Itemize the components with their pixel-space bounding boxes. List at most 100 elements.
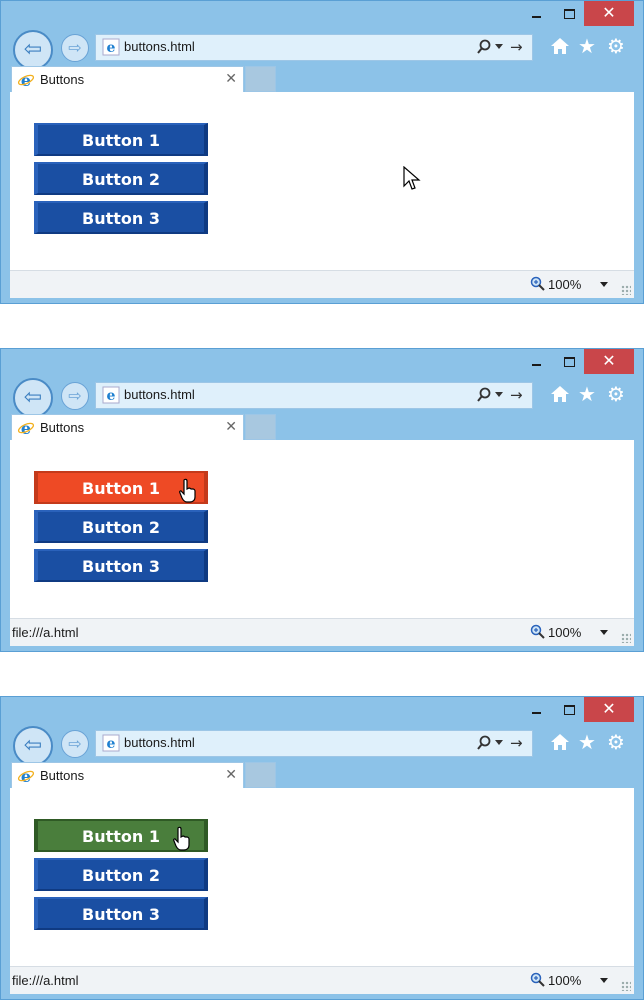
button-3[interactable]: Button 3 (34, 549, 208, 582)
zoom-level[interactable]: 100% (548, 973, 581, 988)
status-bar: file:///a.html 100% (10, 618, 634, 646)
star-icon[interactable]: ★ (576, 35, 598, 57)
maximize-button[interactable] (555, 1, 583, 27)
forward-button[interactable]: ⇨ (61, 34, 89, 62)
svg-text:e: e (21, 71, 31, 89)
ie-logo-icon: e (102, 386, 120, 404)
address-text: buttons.html (124, 387, 195, 402)
refresh-go-icon[interactable]: → (510, 37, 523, 57)
zoom-icon[interactable] (530, 972, 546, 988)
close-window-button[interactable]: ✕ (584, 1, 634, 26)
forward-arrow-icon: ⇨ (68, 386, 82, 405)
button-1[interactable]: Button 1 (34, 123, 208, 156)
status-bar: file:///a.html 100% (10, 966, 634, 994)
minimize-button[interactable] (523, 349, 551, 375)
forward-button[interactable]: ⇨ (61, 382, 89, 410)
back-arrow-icon: ⇦ (23, 37, 43, 62)
svg-text:e: e (21, 767, 31, 785)
home-icon[interactable] (549, 35, 571, 57)
search-icon[interactable] (476, 39, 492, 55)
address-bar[interactable]: e buttons.html → (95, 730, 533, 757)
chevron-down-icon[interactable] (600, 630, 608, 635)
tab-title: Buttons (40, 72, 85, 87)
button-2[interactable]: Button 2 (34, 162, 208, 195)
hand-cursor-icon (173, 826, 190, 851)
close-window-button[interactable]: ✕ (584, 697, 634, 722)
status-text: file:///a.html (12, 625, 79, 640)
gear-icon[interactable]: ⚙ (605, 383, 627, 405)
close-tab-icon[interactable]: ✕ (225, 70, 237, 88)
zoom-level[interactable]: 100% (548, 625, 581, 640)
button-2[interactable]: Button 2 (34, 858, 208, 891)
browser-window-2: ✕ ⇦ ⇨ e buttons.html → ★ ⚙ e Buttons ✕ B… (0, 348, 644, 652)
tab-buttons[interactable]: e Buttons ✕ (11, 66, 244, 93)
status-text: file:///a.html (12, 973, 79, 988)
chevron-down-icon[interactable] (495, 740, 503, 745)
minimize-button[interactable] (523, 1, 551, 27)
ie-logo-icon: e (17, 767, 35, 785)
page-content: Button 1 Button 2 Button 3 (10, 92, 634, 270)
tab-title: Buttons (40, 420, 85, 435)
minimize-button[interactable] (523, 697, 551, 723)
tab-title: Buttons (40, 768, 85, 783)
refresh-go-icon[interactable]: → (510, 385, 523, 405)
address-text: buttons.html (124, 735, 195, 750)
chevron-down-icon[interactable] (600, 978, 608, 983)
ie-logo-icon: e (17, 419, 35, 437)
close-tab-icon[interactable]: ✕ (225, 766, 237, 784)
gear-icon[interactable]: ⚙ (605, 35, 627, 57)
tab-buttons[interactable]: e Buttons ✕ (11, 762, 244, 789)
ie-logo-icon: e (102, 734, 120, 752)
search-icon[interactable] (476, 387, 492, 403)
arrow-cursor-icon (403, 166, 421, 190)
browser-window-1: ✕ ⇦ ⇨ e buttons.html → ★ ⚙ e Buttons ✕ B… (0, 0, 644, 304)
chevron-down-icon[interactable] (495, 44, 503, 49)
browser-window-3: ✕ ⇦ ⇨ e buttons.html → ★ ⚙ e Buttons ✕ B… (0, 696, 644, 1000)
resize-grip[interactable] (621, 981, 631, 991)
ie-logo-icon: e (17, 71, 35, 89)
zoom-icon[interactable] (530, 624, 546, 640)
maximize-button[interactable] (555, 697, 583, 723)
forward-arrow-icon: ⇨ (68, 734, 82, 753)
refresh-go-icon[interactable]: → (510, 733, 523, 753)
gear-icon[interactable]: ⚙ (605, 731, 627, 753)
address-bar[interactable]: e buttons.html → (95, 34, 533, 61)
address-bar[interactable]: e buttons.html → (95, 382, 533, 409)
maximize-button[interactable] (555, 349, 583, 375)
tab-buttons[interactable]: e Buttons ✕ (11, 414, 244, 441)
close-tab-icon[interactable]: ✕ (225, 418, 237, 436)
svg-text:e: e (107, 388, 116, 404)
zoom-icon[interactable] (530, 276, 546, 292)
new-tab-button[interactable] (245, 762, 276, 788)
zoom-level[interactable]: 100% (548, 277, 581, 292)
ie-logo-icon: e (102, 38, 120, 56)
home-icon[interactable] (549, 383, 571, 405)
new-tab-button[interactable] (245, 414, 276, 440)
close-window-button[interactable]: ✕ (584, 349, 634, 374)
svg-text:e: e (107, 40, 116, 56)
new-tab-button[interactable] (245, 66, 276, 92)
button-2[interactable]: Button 2 (34, 510, 208, 543)
back-arrow-icon: ⇦ (23, 733, 43, 758)
svg-text:e: e (21, 419, 31, 437)
star-icon[interactable]: ★ (576, 731, 598, 753)
forward-button[interactable]: ⇨ (61, 730, 89, 758)
home-icon[interactable] (549, 731, 571, 753)
button-3[interactable]: Button 3 (34, 897, 208, 930)
forward-arrow-icon: ⇨ (68, 38, 82, 57)
back-arrow-icon: ⇦ (23, 385, 43, 410)
search-icon[interactable] (476, 735, 492, 751)
page-content: Button 1 Button 2 Button 3 (10, 440, 634, 618)
hand-cursor-icon (179, 478, 196, 503)
address-text: buttons.html (124, 39, 195, 54)
resize-grip[interactable] (621, 285, 631, 295)
star-icon[interactable]: ★ (576, 383, 598, 405)
resize-grip[interactable] (621, 633, 631, 643)
back-button[interactable]: ⇦ (13, 30, 53, 70)
chevron-down-icon[interactable] (495, 392, 503, 397)
back-button[interactable]: ⇦ (13, 726, 53, 766)
status-bar: 100% (10, 270, 634, 298)
chevron-down-icon[interactable] (600, 282, 608, 287)
back-button[interactable]: ⇦ (13, 378, 53, 418)
button-3[interactable]: Button 3 (34, 201, 208, 234)
